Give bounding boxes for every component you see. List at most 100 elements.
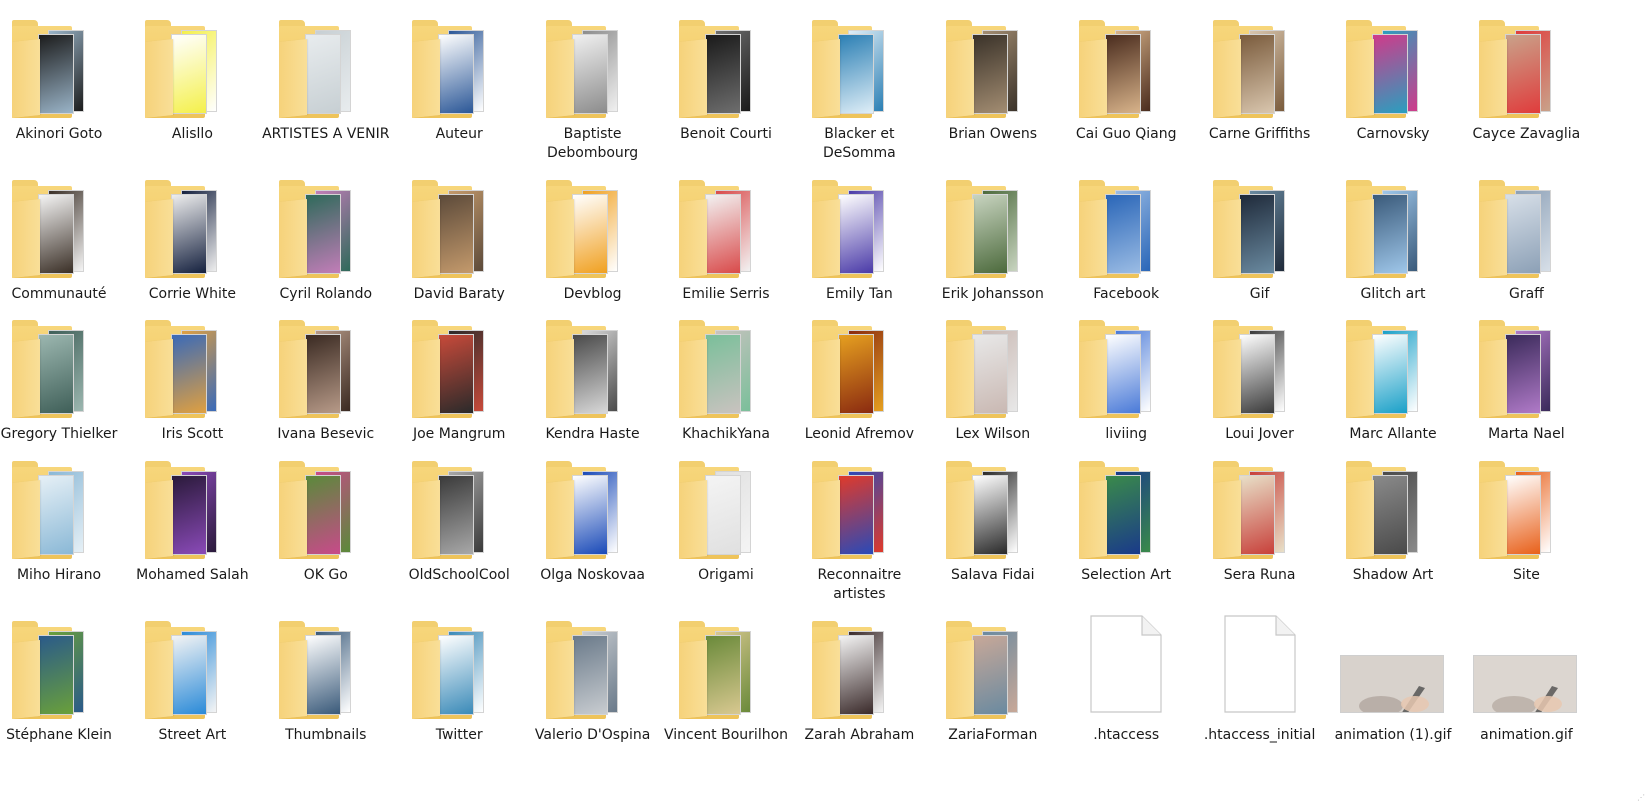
folder-item-vincent-bourilhon[interactable]: Vincent Bourilhon bbox=[659, 619, 793, 759]
item-thumbnail bbox=[659, 619, 793, 731]
item-label: Olga Noskovaa bbox=[540, 567, 645, 583]
folder-icon bbox=[412, 619, 492, 719]
item-thumbnail bbox=[659, 459, 793, 571]
item-thumbnail bbox=[125, 619, 259, 731]
item-label: Sera Runa bbox=[1223, 567, 1296, 583]
folder-item-twitter[interactable]: Twitter bbox=[392, 619, 526, 759]
folder-item-corrie-white[interactable]: Corrie White bbox=[125, 178, 259, 318]
folder-icon bbox=[545, 318, 626, 418]
folder-item-carnovsky[interactable]: Carnovsky bbox=[1326, 18, 1460, 158]
blank-file-icon bbox=[1090, 615, 1162, 713]
item-thumbnail bbox=[1059, 459, 1193, 571]
folder-icon bbox=[1479, 459, 1559, 559]
folder-item-graff[interactable]: Graff bbox=[1459, 178, 1593, 318]
folder-item-brian-owens[interactable]: Brian Owens bbox=[926, 18, 1060, 158]
folder-item-kendra-haste[interactable]: Kendra Haste bbox=[526, 318, 660, 458]
resize-grip-icon[interactable]: ⋰ bbox=[1637, 794, 1645, 802]
file-item-htaccess-initial[interactable]: .htaccess_initial bbox=[1193, 615, 1327, 759]
folder-item-iris-scott[interactable]: Iris Scott bbox=[125, 318, 259, 458]
folder-item-loui-jover[interactable]: Loui Jover bbox=[1193, 318, 1327, 458]
folder-item-zarah-abraham[interactable]: Zarah Abraham bbox=[792, 619, 926, 759]
item-thumbnail bbox=[792, 619, 926, 731]
folder-item-leonid-afremov[interactable]: Leonid Afremov bbox=[792, 318, 926, 458]
folder-item-glitch-art[interactable]: Glitch art bbox=[1326, 178, 1460, 318]
folder-icon bbox=[679, 18, 759, 118]
folder-item-alisllo[interactable]: Alisllo bbox=[125, 18, 259, 158]
folder-item-shadow-art[interactable]: Shadow Art bbox=[1326, 459, 1460, 599]
file-item-animation-1-gif[interactable]: animation (1).gif bbox=[1326, 619, 1460, 759]
folder-item-site[interactable]: Site bbox=[1459, 459, 1593, 599]
folder-item-marta-nael[interactable]: Marta Nael bbox=[1459, 318, 1593, 458]
item-thumbnail bbox=[259, 178, 393, 290]
folder-icon bbox=[145, 459, 225, 559]
folder-item-street-art[interactable]: Street Art bbox=[125, 619, 259, 759]
item-label: Twitter bbox=[435, 727, 483, 743]
folder-icon bbox=[945, 178, 1026, 278]
folder-item-devblog[interactable]: Devblog bbox=[526, 178, 660, 318]
folder-icon bbox=[145, 318, 225, 418]
folder-item-marc-allante[interactable]: Marc Allante bbox=[1326, 318, 1460, 458]
folder-item-zariaforman[interactable]: ZariaForman bbox=[926, 619, 1060, 759]
file-item-animation-gif[interactable]: animation.gif bbox=[1459, 619, 1593, 759]
folder-item-joe-mangrum[interactable]: Joe Mangrum bbox=[392, 318, 526, 458]
folder-item-valerio-d-ospina[interactable]: Valerio D'Ospina bbox=[526, 619, 660, 759]
item-label: Communauté bbox=[11, 286, 107, 302]
item-label: Shadow Art bbox=[1352, 567, 1434, 583]
folder-item-baptiste-debombourg[interactable]: Baptiste Debombourg bbox=[526, 18, 660, 161]
folder-item-khachikyana[interactable]: KhachikYana bbox=[659, 318, 793, 458]
folder-icon bbox=[12, 18, 92, 118]
folder-icon bbox=[1212, 318, 1293, 418]
folder-item-thumbnails[interactable]: Thumbnails bbox=[259, 619, 393, 759]
folder-item-sera-runa[interactable]: Sera Runa bbox=[1193, 459, 1327, 599]
folder-item-akinori-goto[interactable]: Akinori Goto bbox=[0, 18, 126, 158]
folder-item-cayce-zavaglia[interactable]: Cayce Zavaglia bbox=[1459, 18, 1593, 158]
item-thumbnail bbox=[0, 459, 126, 571]
folder-item-blacker-et-desomma[interactable]: Blacker et DeSomma bbox=[792, 18, 926, 161]
folder-item-olga-noskovaa[interactable]: Olga Noskovaa bbox=[526, 459, 660, 599]
folder-item-selection-art[interactable]: Selection Art bbox=[1059, 459, 1193, 599]
item-thumbnail bbox=[0, 619, 126, 731]
file-item-htaccess[interactable]: .htaccess bbox=[1059, 615, 1193, 759]
item-thumbnail bbox=[392, 178, 526, 290]
folder-item-reconnaitre-artistes[interactable]: Reconnaitre artistes bbox=[792, 459, 926, 602]
folder-item-communaute[interactable]: Communauté bbox=[0, 178, 126, 318]
folder-item-cyril-rolando[interactable]: Cyril Rolando bbox=[259, 178, 393, 318]
item-label: Kendra Haste bbox=[545, 426, 640, 442]
folder-item-auteur[interactable]: Auteur bbox=[392, 18, 526, 158]
folder-item-carne-griffiths[interactable]: Carne Griffiths bbox=[1193, 18, 1327, 158]
folder-item-cai-guo-qiang[interactable]: Cai Guo Qiang bbox=[1059, 18, 1193, 158]
folder-item-oldschoolcool[interactable]: OldSchoolCool bbox=[392, 459, 526, 599]
item-thumbnail bbox=[1459, 178, 1593, 290]
item-thumbnail bbox=[926, 619, 1060, 731]
folder-item-lex-wilson[interactable]: Lex Wilson bbox=[926, 318, 1060, 458]
folder-item-stephane-klein[interactable]: Stéphane Klein bbox=[0, 619, 126, 759]
item-label: Valerio D'Ospina bbox=[534, 727, 651, 743]
folder-icon bbox=[679, 178, 759, 278]
folder-item-salava-fidai[interactable]: Salava Fidai bbox=[926, 459, 1060, 599]
item-thumbnail bbox=[1459, 18, 1593, 130]
item-thumbnail bbox=[1459, 619, 1593, 731]
folder-item-facebook[interactable]: Facebook bbox=[1059, 178, 1193, 318]
folder-item-emilie-serris[interactable]: Emilie Serris bbox=[659, 178, 793, 318]
blank-file-icon bbox=[1223, 615, 1296, 713]
folder-icon bbox=[1212, 459, 1293, 559]
folder-item-gregory-thielker[interactable]: Gregory Thielker bbox=[0, 318, 126, 458]
folder-item-ok-go[interactable]: OK Go bbox=[259, 459, 393, 599]
gif-thumbnail-image bbox=[1340, 655, 1444, 713]
folder-icon bbox=[1479, 178, 1559, 278]
item-thumbnail bbox=[1059, 18, 1193, 130]
folder-item-erik-johansson[interactable]: Erik Johansson bbox=[926, 178, 1060, 318]
folder-item-david-baraty[interactable]: David Baraty bbox=[392, 178, 526, 318]
folder-icon bbox=[1079, 318, 1159, 418]
folder-item-emily-tan[interactable]: Emily Tan bbox=[792, 178, 926, 318]
item-thumbnail bbox=[1326, 18, 1460, 130]
folder-item-ivana-besevic[interactable]: Ivana Besevic bbox=[259, 318, 393, 458]
item-label: Gregory Thielker bbox=[0, 426, 118, 442]
folder-item-miho-hirano[interactable]: Miho Hirano bbox=[0, 459, 126, 599]
folder-item-artistes-a-venir[interactable]: ARTISTES A VENIR bbox=[259, 18, 393, 158]
folder-item-benoit-courti[interactable]: Benoit Courti bbox=[659, 18, 793, 158]
folder-item-liviing[interactable]: liviing bbox=[1059, 318, 1193, 458]
folder-item-gif[interactable]: Gif bbox=[1193, 178, 1327, 318]
folder-item-mohamed-salah[interactable]: Mohamed Salah bbox=[125, 459, 259, 599]
folder-item-origami[interactable]: Origami bbox=[659, 459, 793, 599]
